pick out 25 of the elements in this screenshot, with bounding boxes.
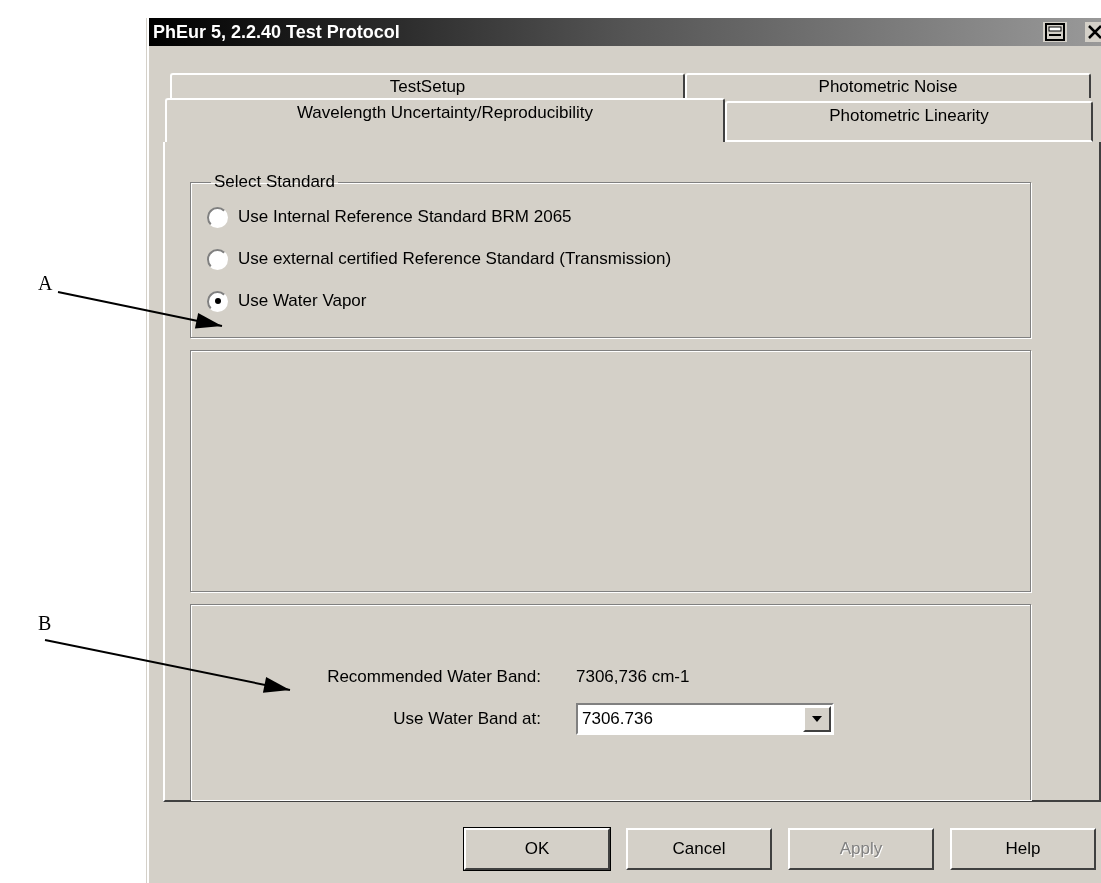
water-band-combobox[interactable]: 7306.736 [576,703,834,735]
tab[interactable]: TestSetup [170,73,685,98]
radio-label[interactable]: Use Water Vapor [238,291,367,311]
field-label: Recommended Water Band: [326,667,541,687]
callout-label: B [38,612,52,635]
radio-button[interactable] [207,248,228,270]
close-icon[interactable] [1085,22,1101,42]
dropdown-button[interactable] [803,706,831,732]
tab[interactable]: Photometric Noise [685,73,1091,98]
dialog-button[interactable]: Cancel [626,828,772,870]
radio-button[interactable] [207,206,228,228]
recommended-value: 7306,736 cm-1 [576,667,690,687]
radio-label[interactable]: Use external certified Reference Standard (Transmission) [238,249,672,269]
field-label: Use Water Band at: [392,709,541,729]
radio-button[interactable] [207,290,228,312]
tab[interactable]: Wavelength Uncertainty/Reproducibility [165,98,725,142]
tab[interactable]: Photometric Linearity [725,101,1093,142]
window-title: PhEur 5, 2.2.40 Test Protocol [153,21,401,43]
group-title: Select Standard [213,172,336,192]
dialog-button[interactable]: OK [464,828,610,870]
dialog-button[interactable]: Help [950,828,1096,870]
callout-label: A [38,272,53,295]
caret-icon [812,716,822,722]
radio-label[interactable]: Use Internal Reference Standard BRM 2065 [238,207,572,227]
printer-icon[interactable] [1043,22,1067,42]
